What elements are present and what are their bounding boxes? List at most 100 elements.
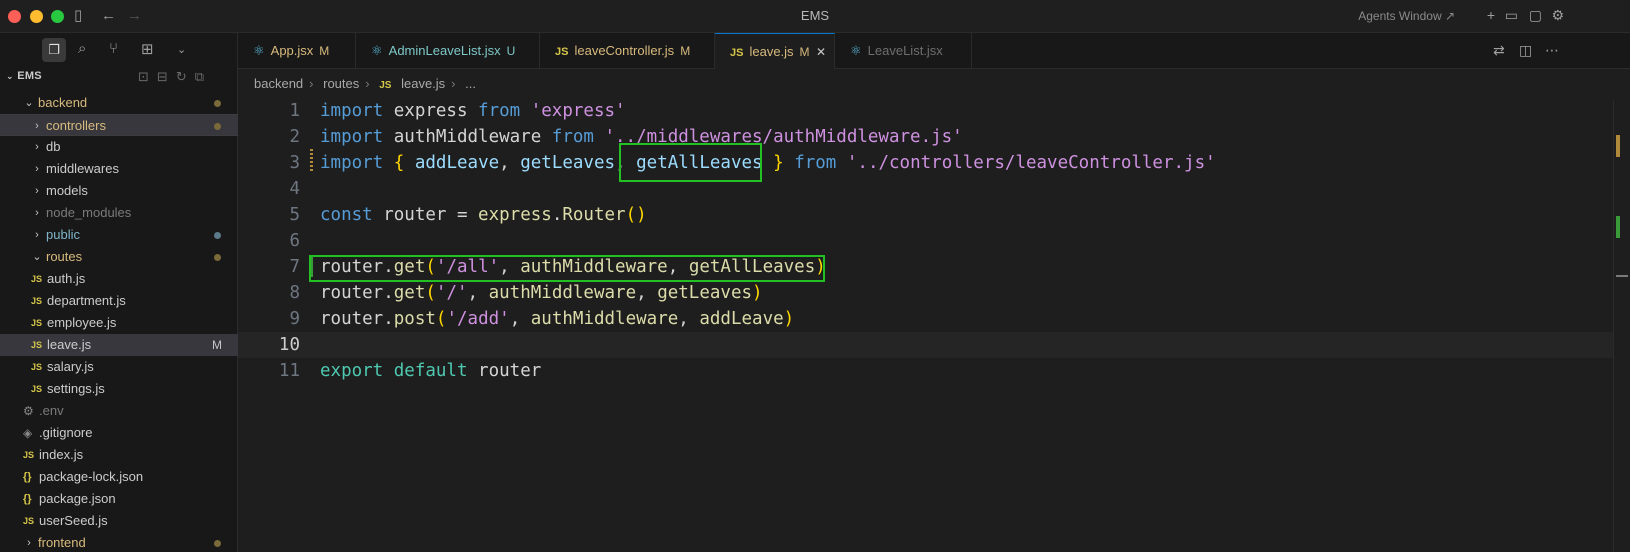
code-line[interactable]: 1 import express from 'express'	[238, 98, 1613, 124]
status-dot	[214, 254, 221, 261]
js-file-icon: JS	[23, 450, 35, 460]
tree-item-label: .gitignore	[39, 425, 93, 440]
compare-icon[interactable]: ⇄	[1493, 42, 1505, 59]
file-item[interactable]: ⚙ .env	[0, 400, 238, 422]
tab-status-badge: M	[319, 44, 330, 58]
explorer-actions: ⊡⊟↻⧉	[138, 69, 212, 85]
breadcrumb-symbol[interactable]: ...	[465, 76, 476, 91]
tree-item-label: controllers	[46, 118, 106, 133]
folder-public[interactable]: › public	[0, 224, 238, 246]
code-line[interactable]: 5 const router = express.Router()	[238, 202, 1613, 228]
code-line[interactable]: 2 import authMiddleware from '../middlewa…	[238, 124, 1613, 150]
editor-tab[interactable]: ⚛ AdminLeaveList.jsx U	[356, 33, 540, 69]
folder-routes[interactable]: ⌄ routes	[0, 246, 238, 268]
chevron-right-icon: ›	[35, 120, 39, 132]
code-line[interactable]: 11 export default router	[238, 358, 1613, 384]
chevron-right-icon: ›	[35, 141, 39, 153]
editor-tab[interactable]: JS leave.js M ✕	[715, 33, 835, 69]
breadcrumb-routes[interactable]: routes	[323, 76, 359, 91]
chat-icon[interactable]: ▢	[1529, 7, 1542, 24]
breadcrumb-backend[interactable]: backend	[254, 76, 303, 91]
file-item[interactable]: JS employee.js	[0, 312, 238, 334]
file-item[interactable]: JS settings.js	[0, 378, 238, 400]
tab-status-badge: U	[506, 44, 516, 58]
files-icon[interactable]: ❐	[42, 38, 66, 62]
plus-icon[interactable]: +	[1487, 7, 1495, 23]
tab-status-badge: M	[680, 44, 691, 58]
close-icon[interactable]: ✕	[816, 34, 826, 70]
panel-icon[interactable]: ▭	[1505, 7, 1518, 24]
folder-middlewares[interactable]: › middlewares	[0, 158, 238, 180]
more-actions-icon[interactable]: ⋯	[1545, 42, 1559, 59]
line-number: 10	[278, 335, 300, 355]
tree-item-label: .env	[39, 403, 64, 418]
folder-models[interactable]: › models	[0, 180, 238, 202]
chevron-down-icon: ⌄	[24, 97, 34, 109]
file-item[interactable]: {} package-lock.json	[0, 466, 238, 488]
js-icon: JS	[555, 46, 569, 58]
tree-item-label: package-lock.json	[39, 469, 144, 484]
file-item[interactable]: JS department.js	[0, 290, 238, 312]
tree-item-label: public	[46, 227, 80, 242]
split-editor-icon[interactable]: ◫	[1519, 42, 1532, 59]
code-line[interactable]: 10	[238, 332, 1613, 358]
code-text: const router = express.Router()	[320, 205, 647, 225]
file-item[interactable]: {} package.json	[0, 488, 238, 510]
explorer-header[interactable]: ⌄ EMS	[6, 70, 42, 82]
editor-tab[interactable]: ⚛ App.jsx M	[238, 33, 356, 69]
file-item[interactable]: JS salary.js	[0, 356, 238, 378]
file-item[interactable]: JS userSeed.js	[0, 510, 238, 532]
source-control-icon[interactable]: ⑂	[109, 40, 118, 57]
code-editor[interactable]: 11 export default router 10 9 router.post('/…	[238, 100, 1613, 552]
js-file-icon: JS	[31, 318, 43, 328]
folder-node_modules[interactable]: › node_modules	[0, 202, 238, 224]
refresh-icon[interactable]: ↻	[176, 69, 195, 84]
code-line[interactable]: 3 import { addLeave, getLeaves, getAllLea…	[238, 150, 1613, 176]
status-dot	[214, 100, 221, 107]
line-number: 3	[289, 153, 300, 173]
editor-tab[interactable]: ⚛ LeaveList.jsx	[835, 33, 972, 69]
code-line[interactable]: 6	[238, 228, 1613, 254]
status-dot	[214, 232, 221, 239]
search-icon[interactable]: ⌕	[78, 40, 86, 57]
file-item[interactable]: JS auth.js	[0, 268, 238, 290]
breadcrumb: backend › routes › JS leave.js › ...	[254, 76, 476, 91]
file-tree: ⌄ backend › controllers › db › middlewares › mode…	[0, 92, 238, 552]
breadcrumb-file[interactable]: leave.js	[401, 76, 445, 91]
code-text: import express from 'express'	[320, 101, 626, 121]
file-item[interactable]: JS index.js	[0, 444, 238, 466]
highlight-box-route-all	[309, 255, 825, 282]
chevron-down-icon: ⌄	[6, 71, 14, 81]
file-item[interactable]: JS leave.js M	[0, 334, 238, 356]
extensions-icon[interactable]: ⊞	[141, 40, 154, 58]
folder-db[interactable]: › db	[0, 136, 238, 158]
tree-item-label: department.js	[47, 293, 126, 308]
highlight-box-getallleaves	[619, 143, 762, 182]
new-file-icon[interactable]: ⊡	[138, 69, 157, 84]
title-bar: ▯ ← → EMS Agents Window ↗ + ▭ ▢ ⚙	[0, 0, 1630, 33]
collapse-all-icon[interactable]: ⧉	[195, 69, 212, 84]
agents-window-link[interactable]: Agents Window ↗	[1358, 9, 1455, 23]
code-line[interactable]: 9 router.post('/add', authMiddleware, add…	[238, 306, 1613, 332]
tree-item-label: salary.js	[47, 359, 94, 374]
js-file-icon: JS	[31, 384, 43, 394]
folder-frontend[interactable]: › frontend	[0, 532, 238, 552]
tree-item-label: frontend	[38, 535, 86, 550]
tree-item-label: settings.js	[47, 381, 105, 396]
tab-label: leaveController.js	[574, 43, 675, 58]
js-file-icon: JS	[31, 340, 43, 350]
code-line[interactable]: 4	[238, 176, 1613, 202]
gear-icon[interactable]: ⚙	[1551, 7, 1564, 24]
code-line[interactable]: 8 router.get('/', authMiddleware, getLeav…	[238, 280, 1613, 306]
react-icon: ⚛	[253, 43, 265, 58]
editor-tab[interactable]: JS leaveController.js M	[540, 33, 715, 69]
editor-scrollbar[interactable]	[1613, 100, 1630, 552]
file-item[interactable]: ◈ .gitignore	[0, 422, 238, 444]
new-folder-icon[interactable]: ⊟	[157, 69, 176, 84]
code-text: export default router	[320, 361, 542, 381]
modified-badge: M	[212, 338, 222, 352]
gear-icon: ⚙	[23, 404, 34, 418]
folder-controllers[interactable]: › controllers	[0, 114, 238, 136]
folder-backend[interactable]: ⌄ backend	[0, 92, 238, 114]
chevron-down-icon[interactable]: ⌄	[177, 43, 186, 56]
